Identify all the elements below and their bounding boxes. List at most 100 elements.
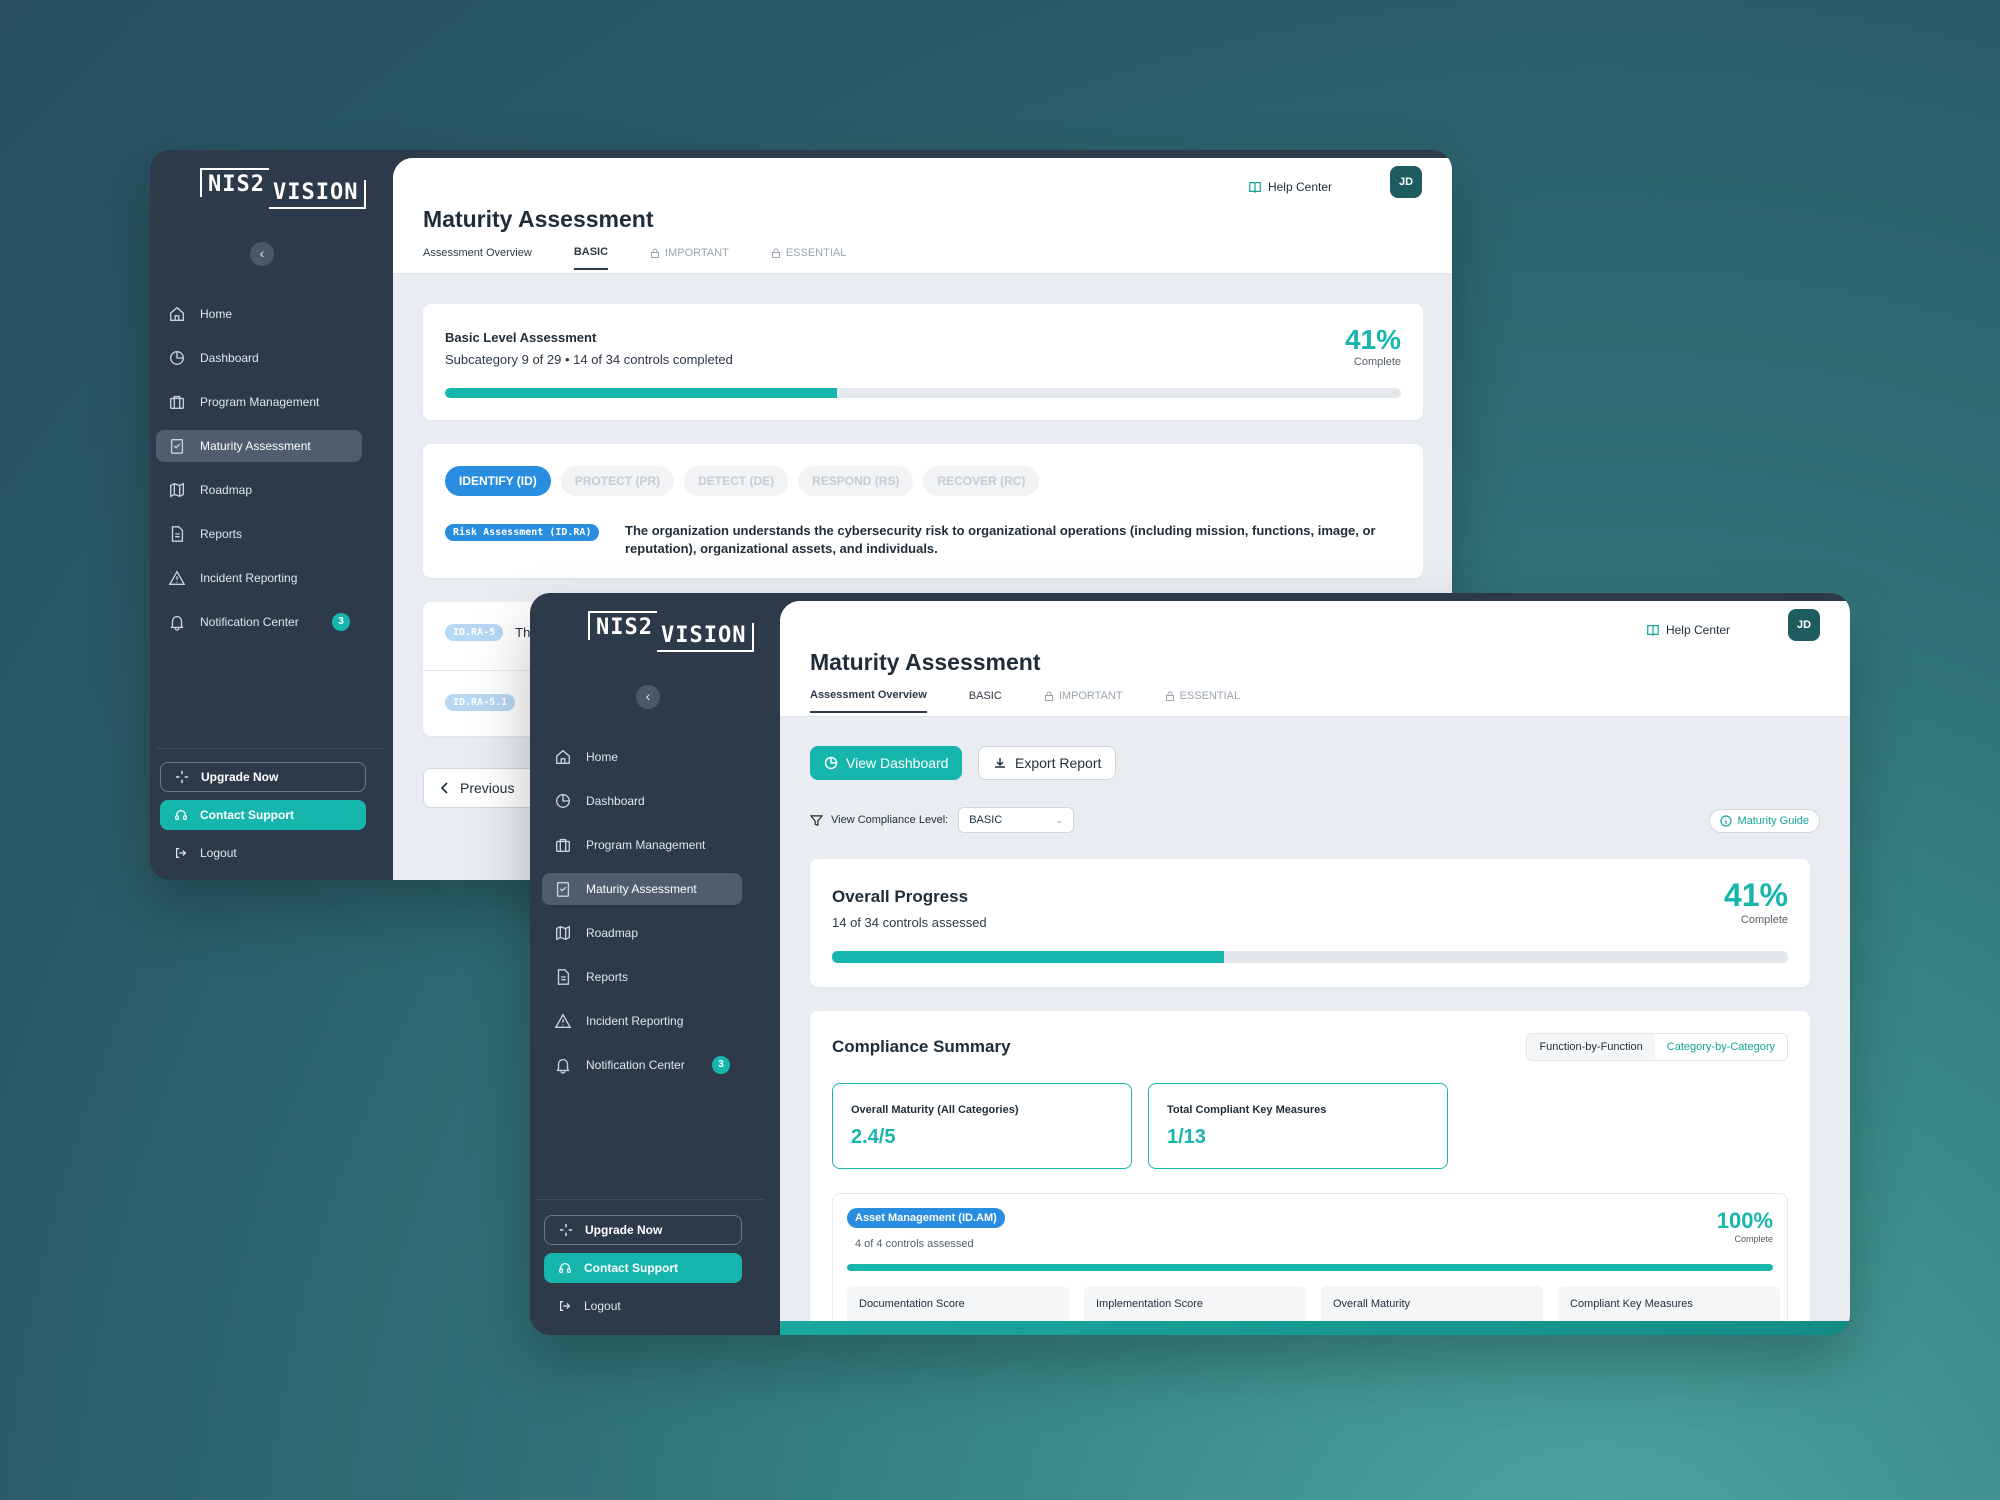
control-row[interactable]: ID.RA-5 Th [445,624,530,641]
tab-essential[interactable]: ESSENTIAL [1165,689,1240,713]
compliant-key-measures-stat: Total Compliant Key Measures 1/13 [1148,1083,1448,1169]
control-row[interactable]: ID.RA-5.1 [445,694,527,711]
compliance-summary-card: Compliance Summary Function-by-Function … [810,1011,1810,1321]
pie-chart-icon [554,792,572,810]
home-icon [554,748,572,766]
category-panel: Asset Management (ID.AM) 4 of 4 controls… [832,1193,1788,1321]
logout-icon [174,846,190,860]
clipboard-check-icon [168,437,186,455]
avatar[interactable]: JD [1390,166,1422,198]
tab-basic[interactable]: BASIC [573,246,609,270]
tab-essential[interactable]: ESSENTIAL [771,246,846,270]
help-center-link[interactable]: Help Center [1646,623,1730,637]
maturity-guide-button[interactable]: Maturity Guide [1709,809,1820,833]
logo: NIS2 VISION [588,611,755,652]
lock-icon [650,248,660,258]
header: Help Center JD Maturity Assessment Asses… [393,158,1452,274]
sidebar-item-dashboard[interactable]: Dashboard [542,785,742,817]
tab-important[interactable]: IMPORTANT [650,246,729,270]
sidebar: NIS2 VISION ‹ Home Dashboard Program Mana… [150,150,390,880]
function-pill-recover[interactable]: RECOVER (RC) [923,466,1040,496]
sparkle-icon [175,770,191,784]
previous-button[interactable]: Previous [423,768,543,808]
level-subtitle: Subcategory 9 of 29 • 14 of 34 controls … [445,352,733,367]
category-progress-bar [847,1264,1773,1271]
collapse-sidebar-button[interactable]: ‹ [636,685,660,709]
download-icon [993,756,1007,770]
sidebar: NIS2 VISION ‹ Home Dashboard Program Mana… [530,593,770,1335]
sidebar-item-roadmap[interactable]: Roadmap [542,917,742,949]
sidebar-item-reports[interactable]: Reports [156,518,362,550]
function-pill-detect[interactable]: DETECT (DE) [684,466,789,496]
avatar[interactable]: JD [1788,609,1820,641]
progress-fill [445,388,837,398]
overall-percent: 41% Complete [1723,877,1788,926]
tab-basic[interactable]: BASIC [969,689,1002,713]
sidebar-item-notification-center[interactable]: Notification Center 3 [542,1049,742,1081]
notification-badge: 3 [332,613,350,631]
page-title: Maturity Assessment [423,206,654,232]
export-report-button[interactable]: Export Report [978,746,1117,780]
toggle-function-by-function[interactable]: Function-by-Function [1527,1034,1655,1060]
sidebar-item-incident-reporting[interactable]: Incident Reporting [156,562,362,594]
bell-icon [554,1056,572,1074]
headset-icon [558,1261,574,1275]
briefcase-icon [168,393,186,411]
sidebar-item-maturity-assessment[interactable]: Maturity Assessment [542,873,742,905]
collapse-sidebar-button[interactable]: ‹ [250,242,274,266]
sidebar-item-notification-center[interactable]: Notification Center 3 [156,606,362,638]
function-pill-respond[interactable]: RESPOND (RS) [798,466,914,496]
sidebar-item-roadmap[interactable]: Roadmap [156,474,362,506]
bell-icon [168,613,186,631]
overall-maturity-stat: Overall Maturity (All Categories) 2.4/5 [832,1083,1132,1169]
sparkle-icon [559,1223,575,1237]
level-title: Basic Level Assessment [445,330,597,345]
logout-button[interactable]: Logout [160,838,366,868]
divider [156,748,384,749]
upgrade-button[interactable]: Upgrade Now [160,762,366,792]
sidebar-item-home[interactable]: Home [156,298,362,330]
function-card: IDENTIFY (ID) PROTECT (PR) DETECT (DE) RESP… [423,444,1423,578]
book-icon [1248,180,1262,194]
sidebar-item-program-management[interactable]: Program Management [542,829,742,861]
logout-icon [558,1299,574,1313]
pie-chart-icon [824,756,838,770]
implementation-score-metric: Implementation Score [1084,1286,1306,1321]
map-icon [168,481,186,499]
function-pill-protect[interactable]: PROTECT (PR) [560,466,675,496]
overall-progress-bar [832,951,1788,963]
category-subtitle: 4 of 4 controls assessed [855,1238,974,1250]
info-icon [1720,815,1733,827]
main-content: Help Center JD Maturity Assessment Asses… [780,601,1850,1321]
function-pill-identify[interactable]: IDENTIFY (ID) [445,466,551,496]
sidebar-item-dashboard[interactable]: Dashboard [156,342,362,374]
sidebar-item-incident-reporting[interactable]: Incident Reporting [542,1005,742,1037]
tab-important[interactable]: IMPORTANT [1044,689,1123,713]
help-center-link[interactable]: Help Center [1248,180,1332,194]
sidebar-item-reports[interactable]: Reports [542,961,742,993]
sidebar-item-home[interactable]: Home [542,741,742,773]
contact-support-button[interactable]: Contact Support [160,800,366,830]
sidebar-item-program-management[interactable]: Program Management [156,386,362,418]
notification-badge: 3 [712,1056,730,1074]
lock-icon [771,248,781,258]
compliant-key-measures-metric: Compliant Key Measures [1558,1286,1780,1321]
contact-support-button[interactable]: Contact Support [544,1253,742,1283]
sidebar-item-maturity-assessment[interactable]: Maturity Assessment [156,430,362,462]
lock-icon [1044,691,1054,701]
tab-assessment-overview[interactable]: Assessment Overview [423,246,532,270]
headset-icon [174,808,190,822]
logout-button[interactable]: Logout [544,1291,742,1321]
warning-icon [168,569,186,587]
upgrade-button[interactable]: Upgrade Now [544,1215,742,1245]
view-toggle: Function-by-Function Category-by-Categor… [1526,1033,1788,1061]
overall-maturity-metric: Overall Maturity [1321,1286,1543,1321]
sidebar-bottom: Upgrade Now Contact Support Logout [160,762,366,876]
chevron-down-icon: ⌄ [1055,814,1064,825]
warning-icon [554,1012,572,1030]
compliance-level-select[interactable]: BASIC ⌄ [958,807,1075,833]
toggle-category-by-category[interactable]: Category-by-Category [1654,1034,1787,1060]
progress-fill [832,951,1224,963]
view-dashboard-button[interactable]: View Dashboard [810,746,963,780]
tab-assessment-overview[interactable]: Assessment Overview [810,689,927,713]
